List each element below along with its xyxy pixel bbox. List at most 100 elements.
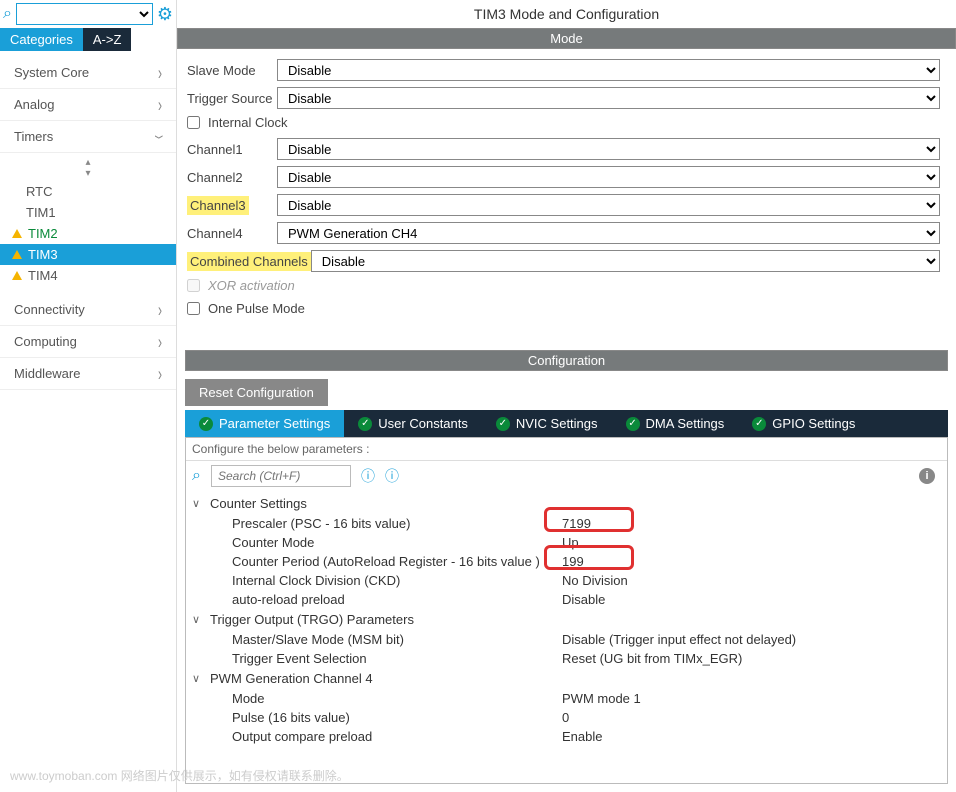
gear-icon[interactable]: ⚙ [157, 4, 173, 25]
warning-icon [12, 229, 22, 238]
one-pulse-checkbox[interactable] [187, 302, 200, 315]
chevron-right-icon: › [158, 93, 162, 115]
slave-mode-label: Slave Mode [187, 63, 277, 78]
category-middleware[interactable]: Middleware › [0, 358, 176, 390]
timer-label: TIM4 [28, 268, 58, 283]
tab-label: DMA Settings [646, 416, 725, 431]
category-connectivity[interactable]: Connectivity › [0, 294, 176, 326]
prev-match-icon[interactable]: ⓘ [361, 466, 375, 486]
warning-icon [12, 271, 22, 280]
main-panel: TIM3 Mode and Configuration Mode Slave M… [177, 0, 956, 792]
channel4-label: Channel4 [187, 226, 277, 241]
category-timers[interactable]: Timers › [0, 121, 176, 153]
tab-label: User Constants [378, 416, 468, 431]
param-key: Master/Slave Mode (MSM bit) [232, 632, 562, 647]
category-computing[interactable]: Computing › [0, 326, 176, 358]
channel3-label: Channel3 [187, 198, 277, 213]
next-match-icon[interactable]: ⓘ [385, 466, 399, 486]
tab-gpio-settings[interactable]: ✓ GPIO Settings [738, 410, 869, 437]
channel1-select[interactable]: Disable [277, 138, 940, 160]
timer-tim3[interactable]: TIM3 [0, 244, 176, 265]
chevron-down-icon: › [149, 135, 171, 139]
param-key: auto-reload preload [232, 592, 562, 607]
group-trgo[interactable]: ∨ Trigger Output (TRGO) Parameters [192, 609, 941, 630]
param-row[interactable]: Master/Slave Mode (MSM bit)Disable (Trig… [192, 630, 941, 649]
param-val: 199 [562, 554, 584, 569]
param-key: Counter Mode [232, 535, 562, 550]
group-label: Counter Settings [210, 496, 307, 511]
timer-label: TIM3 [28, 247, 58, 262]
tab-label: Parameter Settings [219, 416, 330, 431]
param-val: Reset (UG bit from TIMx_EGR) [562, 651, 742, 666]
warning-icon [12, 250, 22, 259]
param-key: Internal Clock Division (CKD) [232, 573, 562, 588]
group-pwm-ch4[interactable]: ∨ PWM Generation Channel 4 [192, 668, 941, 689]
page-title: TIM3 Mode and Configuration [177, 0, 956, 28]
group-label: Trigger Output (TRGO) Parameters [210, 612, 414, 627]
param-row[interactable]: auto-reload preloadDisable [192, 590, 941, 609]
channel2-select[interactable]: Disable [277, 166, 940, 188]
timer-rtc[interactable]: RTC [0, 181, 176, 202]
tab-nvic-settings[interactable]: ✓ NVIC Settings [482, 410, 612, 437]
reset-config-button[interactable]: Reset Configuration [185, 379, 328, 406]
category-system-core[interactable]: System Core › [0, 57, 176, 89]
param-row[interactable]: Output compare preloadEnable [192, 727, 941, 746]
category-analog[interactable]: Analog › [0, 89, 176, 121]
param-search-input[interactable] [211, 465, 351, 487]
expand-icon: ∨ [192, 613, 204, 626]
param-val: No Division [562, 573, 628, 588]
expand-icon: ∨ [192, 672, 204, 685]
tab-user-constants[interactable]: ✓ User Constants [344, 410, 482, 437]
timer-label: TIM1 [26, 205, 56, 220]
check-icon: ✓ [199, 417, 213, 431]
channel3-select[interactable]: Disable [277, 194, 940, 216]
sidebar: ⌕ ⚙ Categories A->Z System Core › Analog… [0, 0, 177, 792]
config-header: Configuration [185, 350, 948, 371]
tab-categories[interactable]: Categories [0, 28, 83, 51]
param-row[interactable]: Counter ModeUp [192, 533, 941, 552]
tab-label: NVIC Settings [516, 416, 598, 431]
category-label: Middleware [14, 366, 80, 381]
tab-az[interactable]: A->Z [83, 28, 132, 51]
xor-checkbox [187, 279, 200, 292]
internal-clock-checkbox[interactable] [187, 116, 200, 129]
info-icon[interactable]: i [919, 468, 935, 484]
param-key: Prescaler (PSC - 16 bits value) [232, 516, 562, 531]
tab-parameter-settings[interactable]: ✓ Parameter Settings [185, 410, 344, 437]
param-row[interactable]: ModePWM mode 1 [192, 689, 941, 708]
internal-clock-label: Internal Clock [208, 115, 287, 130]
param-key: Trigger Event Selection [232, 651, 562, 666]
combined-channels-select[interactable]: Disable [311, 250, 940, 272]
param-row[interactable]: Pulse (16 bits value)0 [192, 708, 941, 727]
tab-dma-settings[interactable]: ✓ DMA Settings [612, 410, 739, 437]
param-key: Output compare preload [232, 729, 562, 744]
group-counter-settings[interactable]: ∨ Counter Settings [192, 493, 941, 514]
chevron-right-icon: › [158, 362, 162, 384]
sort-handle-icon[interactable]: ▴▾ [0, 155, 176, 181]
param-row[interactable]: Trigger Event SelectionReset (UG bit fro… [192, 649, 941, 668]
channel1-label: Channel1 [187, 142, 277, 157]
param-row[interactable]: Prescaler (PSC - 16 bits value)7199 [192, 514, 941, 533]
expand-icon: ∨ [192, 497, 204, 510]
param-val: PWM mode 1 [562, 691, 641, 706]
category-label: Computing [14, 334, 77, 349]
chevron-right-icon: › [158, 298, 162, 320]
param-row[interactable]: Internal Clock Division (CKD)No Division [192, 571, 941, 590]
tab-label: GPIO Settings [772, 416, 855, 431]
category-label: Analog [14, 97, 54, 112]
check-icon: ✓ [496, 417, 510, 431]
search-icon: ⌕ [3, 5, 12, 23]
timer-tim4[interactable]: TIM4 [0, 265, 176, 286]
param-row[interactable]: Counter Period (AutoReload Register - 16… [192, 552, 941, 571]
trigger-source-select[interactable]: Disable [277, 87, 940, 109]
param-val: 7199 [562, 516, 591, 531]
slave-mode-select[interactable]: Disable [277, 59, 940, 81]
watermark: www.toymoban.com 网络图片仅供展示，如有侵权请联系删除。 [10, 767, 349, 784]
param-key: Mode [232, 691, 562, 706]
peripheral-combo[interactable] [16, 3, 153, 25]
check-icon: ✓ [752, 417, 766, 431]
timer-tim2[interactable]: TIM2 [0, 223, 176, 244]
param-val: 0 [562, 710, 569, 725]
timer-tim1[interactable]: TIM1 [0, 202, 176, 223]
channel4-select[interactable]: PWM Generation CH4 [277, 222, 940, 244]
